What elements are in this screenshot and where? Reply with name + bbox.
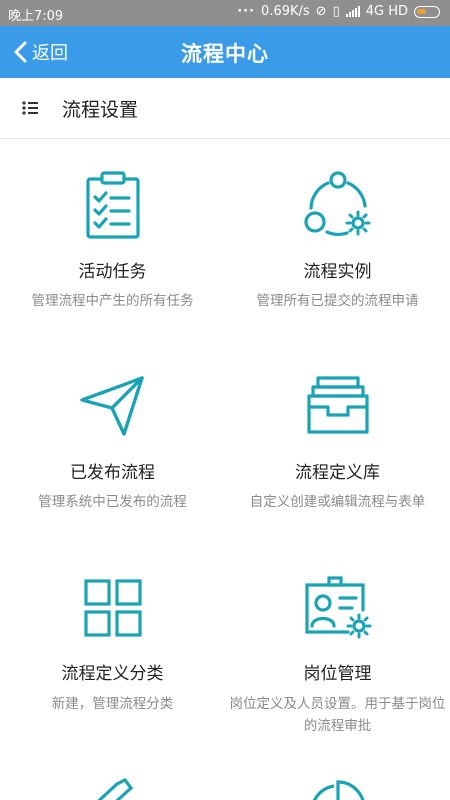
grid-item-label: 流程定义库	[295, 463, 380, 483]
pie-chart-icon	[312, 780, 364, 800]
paper-plane-icon	[79, 376, 144, 436]
grid-item-position-management[interactable]: 岗位管理 岗位定义及人员设置。用于基于岗位的流程审批	[225, 540, 450, 740]
clipboard-list-icon	[85, 171, 140, 239]
grid-item-desc: 新建，管理流程分类	[51, 696, 174, 712]
status-right: ··· 0.69K/s ⊘ ▯ 4G HD	[237, 4, 440, 19]
grid-item-active-tasks[interactable]: 活动任务 管理流程中产生的所有任务	[0, 140, 225, 340]
grid-item-process-instances[interactable]: 流程实例 管理所有已提交的流程申请	[225, 140, 450, 340]
grid-item-partial[interactable]	[0, 740, 225, 800]
process-cycle-gear-icon	[303, 171, 370, 236]
vibrate-icon: ▯	[332, 4, 340, 19]
status-time: 晚上7:09	[8, 9, 64, 24]
status-bar: 晚上7:09 ··· 0.69K/s ⊘ ▯ 4G HD	[0, 0, 450, 26]
grid-item-partial[interactable]	[225, 740, 450, 800]
network-speed: 0.69K/s	[261, 4, 310, 19]
grid-item-desc: 岗位定义及人员设置。用于基于岗位的流程审批	[229, 696, 446, 734]
signal-icon	[345, 6, 360, 17]
section-header: 流程设置	[0, 78, 450, 139]
list-icon	[22, 101, 38, 115]
battery-icon	[414, 5, 440, 18]
grid-item-definition-categories[interactable]: 流程定义分类 新建，管理流程分类	[0, 540, 225, 740]
grid-item-desc: 管理系统中已发布的流程	[38, 494, 187, 510]
grid-item-desc: 管理所有已提交的流程申请	[256, 293, 419, 309]
grid-item-label: 活动任务	[78, 262, 147, 282]
grid-item-desc: 自定义创建或编辑流程与表单	[249, 494, 426, 510]
network-type: 4G HD	[365, 4, 408, 19]
page-title: 流程中心	[181, 42, 269, 66]
grid-item-definition-library[interactable]: 流程定义库 自定义创建或编辑流程与表单	[225, 340, 450, 540]
grid-item-published-processes[interactable]: 已发布流程 管理系统中已发布的流程	[0, 340, 225, 540]
grid-item-label: 流程定义分类	[61, 664, 164, 684]
grid-item-label: 岗位管理	[303, 664, 372, 684]
alarm-icon: ⊘	[315, 4, 327, 19]
id-card-gear-icon	[304, 576, 371, 639]
archive-box-icon	[306, 376, 369, 434]
section-title: 流程设置	[62, 98, 139, 121]
more-dots-icon: ···	[237, 4, 256, 19]
grid-item-desc: 管理流程中产生的所有任务	[31, 293, 194, 309]
grid-category-icon	[83, 579, 142, 637]
nav-bar: 返回 流程中心	[0, 26, 450, 78]
grid-item-label: 已发布流程	[70, 463, 155, 483]
pen-icon	[96, 778, 133, 800]
grid-item-label: 流程实例	[303, 262, 372, 282]
